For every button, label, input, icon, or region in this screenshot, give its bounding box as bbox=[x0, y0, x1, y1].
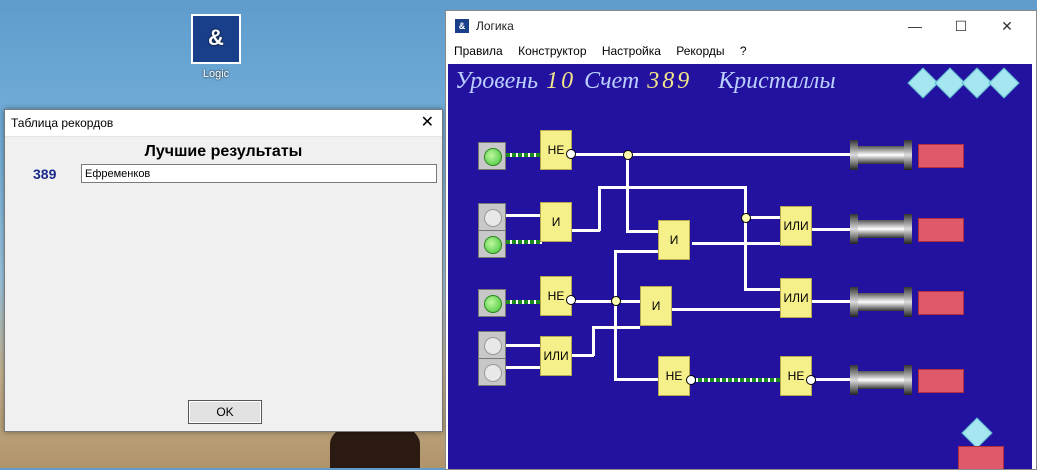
close-icon[interactable]: ✕ bbox=[984, 11, 1030, 41]
gate-and[interactable]: И bbox=[540, 202, 572, 242]
led-on-icon bbox=[484, 236, 502, 254]
signal-wire bbox=[506, 300, 542, 304]
output-lamp bbox=[918, 369, 964, 393]
menu-settings[interactable]: Настройка bbox=[602, 44, 661, 58]
inverter-bubble bbox=[566, 149, 576, 159]
game-titlebar: & Логика — ☐ ✕ bbox=[446, 11, 1036, 41]
score-value: 389 bbox=[647, 68, 693, 94]
minimize-icon[interactable]: — bbox=[892, 11, 938, 41]
game-board: Уровень 10 Счет 389 Кристаллы НЕ И НЕ ИЛ… bbox=[448, 64, 1032, 469]
records-dialog: Таблица рекордов ✕ Лучшие результаты 389… bbox=[4, 109, 443, 432]
inverter-bubble bbox=[686, 375, 696, 385]
maximize-icon[interactable]: ☐ bbox=[938, 11, 984, 41]
dialog-titlebar: Таблица рекордов ✕ bbox=[5, 110, 442, 137]
ok-button[interactable]: OK bbox=[188, 400, 262, 424]
game-window: & Логика — ☐ ✕ Правила Конструктор Настр… bbox=[445, 10, 1037, 470]
led-off-icon bbox=[484, 364, 502, 382]
input-switch[interactable] bbox=[478, 331, 506, 359]
menu-help[interactable]: ? bbox=[740, 44, 747, 58]
wire-junction bbox=[611, 296, 621, 306]
input-switch[interactable] bbox=[478, 203, 506, 231]
desktop-icon-label: Logic bbox=[202, 68, 230, 80]
wire-junction bbox=[741, 213, 751, 223]
app-icon: & bbox=[455, 19, 469, 33]
record-name-input[interactable] bbox=[81, 164, 437, 183]
output-connector bbox=[850, 214, 912, 244]
led-off-icon bbox=[484, 209, 502, 227]
logic-app-icon: & bbox=[191, 14, 241, 64]
gate-and[interactable]: И bbox=[640, 286, 672, 326]
menu-constructor[interactable]: Конструктор bbox=[518, 44, 586, 58]
records-heading: Лучшие результаты bbox=[144, 143, 303, 160]
dialog-title: Таблица рекордов bbox=[11, 116, 114, 130]
wire-junction bbox=[623, 150, 633, 160]
signal-wire bbox=[506, 153, 542, 157]
menu-bar: Правила Конструктор Настройка Рекорды ? bbox=[446, 41, 1036, 61]
gate-not[interactable]: НЕ bbox=[658, 356, 690, 396]
output-lamp bbox=[918, 144, 964, 168]
gate-and[interactable]: И bbox=[658, 220, 690, 260]
score-label: Счет bbox=[584, 68, 640, 94]
led-off-icon bbox=[484, 337, 502, 355]
menu-records[interactable]: Рекорды bbox=[676, 44, 724, 58]
output-connector bbox=[850, 287, 912, 317]
output-connector bbox=[850, 140, 912, 170]
menu-rules[interactable]: Правила bbox=[454, 44, 503, 58]
crystals-label: Кристаллы bbox=[718, 68, 836, 94]
led-on-icon bbox=[484, 148, 502, 166]
inverter-bubble bbox=[566, 295, 576, 305]
gate-or[interactable]: ИЛИ bbox=[780, 278, 812, 318]
signal-wire bbox=[692, 378, 780, 382]
gate-or[interactable]: ИЛИ bbox=[540, 336, 572, 376]
output-lamp bbox=[918, 218, 964, 242]
record-score: 389 bbox=[33, 166, 57, 182]
input-switch[interactable] bbox=[478, 142, 506, 170]
inverter-bubble bbox=[806, 375, 816, 385]
output-connector bbox=[850, 365, 912, 395]
signal-wire bbox=[506, 240, 542, 244]
crystal-icon bbox=[961, 417, 993, 449]
input-switch[interactable] bbox=[478, 289, 506, 317]
close-icon[interactable]: ✕ bbox=[421, 110, 434, 136]
input-switch[interactable] bbox=[478, 358, 506, 386]
led-on-icon bbox=[484, 295, 502, 313]
check-button[interactable] bbox=[958, 446, 1004, 469]
level-label: Уровень bbox=[455, 68, 539, 94]
status-header: Уровень 10 Счет 389 Кристаллы bbox=[455, 68, 836, 95]
game-title: Логика bbox=[476, 19, 514, 33]
level-value: 10 bbox=[546, 68, 577, 94]
input-switch[interactable] bbox=[478, 230, 506, 258]
gate-or[interactable]: ИЛИ bbox=[780, 206, 812, 246]
output-lamp bbox=[918, 291, 964, 315]
crystal-icon bbox=[988, 67, 1020, 99]
desktop-logic-icon[interactable]: & Logic bbox=[186, 14, 246, 80]
